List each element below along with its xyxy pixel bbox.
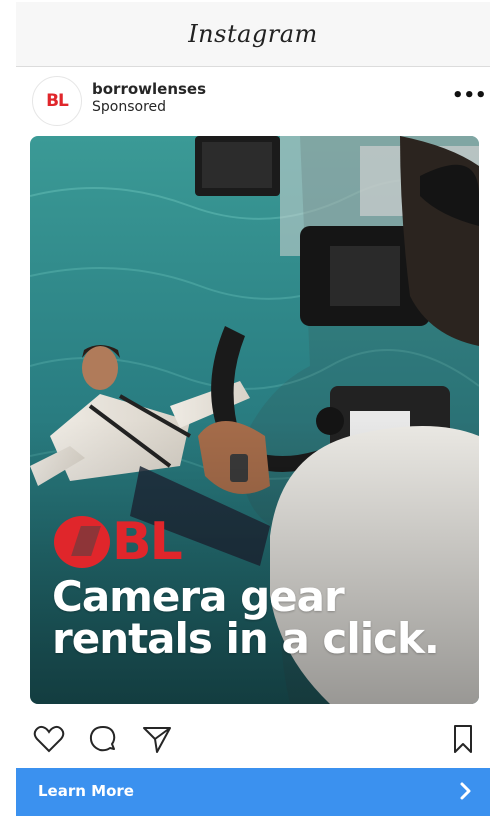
ad-headline: Camera gear rentals in a click.: [52, 576, 479, 660]
avatar[interactable]: BL: [32, 76, 82, 126]
post-actions: [16, 714, 490, 766]
learn-more-label: Learn More: [38, 782, 134, 800]
chevron-right-icon: [460, 782, 471, 800]
send-icon[interactable]: [140, 722, 174, 756]
more-options-icon[interactable]: •••: [452, 84, 487, 108]
ad-image[interactable]: BL Camera gear rentals in a click.: [30, 136, 479, 704]
app-title: Instagram: [188, 20, 318, 48]
ad-headline-line-2: rentals in a click.: [52, 614, 440, 663]
post-header: BL borrowlenses Sponsored •••: [16, 68, 490, 134]
comment-icon[interactable]: [86, 722, 120, 756]
account-name[interactable]: borrowlenses: [92, 80, 206, 98]
instagram-post-frame: Instagram BL borrowlenses Sponsored •••: [16, 2, 490, 816]
ad-headline-line-1: Camera gear: [52, 572, 345, 621]
brand-logo: BL: [54, 512, 183, 572]
avatar-logo: BL: [46, 91, 69, 111]
app-header: Instagram: [16, 2, 490, 67]
heart-icon[interactable]: [32, 722, 66, 756]
brand-logo-mark: [54, 516, 110, 568]
sponsored-label: Sponsored: [92, 99, 167, 115]
brand-logo-text: BL: [112, 512, 183, 572]
bookmark-icon[interactable]: [446, 722, 480, 756]
account-info: borrowlenses Sponsored: [92, 80, 206, 116]
learn-more-button[interactable]: Learn More: [16, 768, 490, 816]
